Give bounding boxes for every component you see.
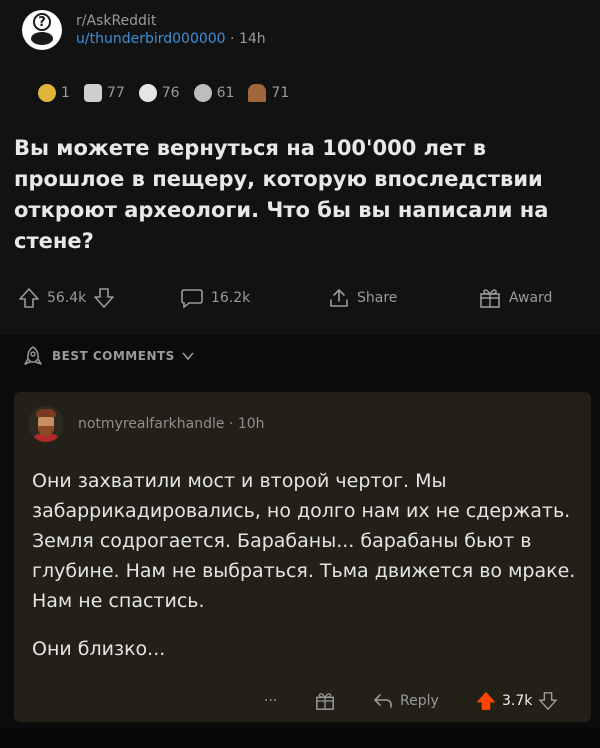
question-mark-icon: ? (33, 13, 51, 31)
snoo-icon (31, 32, 53, 45)
share-icon (330, 289, 348, 307)
award-poop[interactable]: 71 (248, 84, 289, 102)
award-gold[interactable]: 1 (38, 84, 70, 102)
share-label: Share (357, 290, 398, 306)
post-author-prefix[interactable]: u/ (76, 31, 90, 47)
comment-author[interactable]: notmyrealfarkhandle (78, 416, 224, 432)
award-silver[interactable]: 61 (193, 84, 235, 102)
comment-paragraph: Они захватили мост и второй чертог. Мы з… (32, 470, 576, 612)
post-actions: 56.4k 16.2k Share Award (0, 282, 600, 314)
award-hug[interactable]: 77 (83, 84, 125, 102)
post-author[interactable]: thunderbird000000 (90, 31, 226, 47)
award-count: 71 (271, 85, 290, 101)
meta-separator: · (230, 31, 235, 47)
award-count: 77 (106, 85, 125, 101)
awards-row[interactable]: 1 77 76 61 71 (38, 84, 303, 102)
award-label: Award (509, 290, 553, 306)
upvote-active-icon[interactable] (476, 691, 496, 711)
comment-paragraph: Они близко... (32, 638, 166, 660)
post-author-line: u/thunderbird000000 · 14h (76, 30, 266, 48)
comments-button[interactable]: 16.2k (180, 282, 257, 314)
comment-body[interactable]: Они захватили мост и второй чертог. Мы з… (32, 466, 580, 682)
comment-card: notmyrealfarkhandle · 10h Они захватили … (14, 392, 591, 722)
post-age: 14h (238, 31, 266, 47)
award-count: 76 (161, 85, 180, 101)
award-count: 1 (61, 85, 70, 101)
commenter-avatar[interactable] (28, 406, 64, 442)
meta-separator: · (228, 416, 234, 432)
silver-award-icon (193, 84, 212, 102)
comment-bubble-icon (181, 289, 203, 309)
reply-label: Reply (400, 693, 439, 709)
wholesome-award-icon (138, 84, 157, 102)
award-count: 61 (216, 85, 235, 101)
gift-icon (480, 289, 500, 308)
subreddit-name[interactable]: r/AskReddit (76, 12, 266, 30)
upvote-icon[interactable] (18, 287, 40, 309)
rocket-icon (24, 346, 42, 365)
chevron-down-icon (182, 352, 194, 361)
downvote-icon[interactable] (538, 691, 558, 711)
subreddit-avatar-icon[interactable]: ? (22, 10, 62, 50)
comment-meta: notmyrealfarkhandle · 10h (78, 416, 265, 432)
comment-count: 16.2k (211, 290, 251, 306)
share-button[interactable]: Share (328, 282, 404, 314)
poop-award-icon (248, 84, 267, 102)
comment-header: notmyrealfarkhandle · 10h (28, 406, 265, 442)
gift-icon (316, 693, 334, 710)
more-icon: ··· (264, 693, 278, 709)
reply-arrow-icon (374, 694, 392, 708)
comment-age: 10h (237, 416, 265, 432)
reply-button[interactable]: Reply (372, 688, 445, 714)
gold-award-icon (38, 84, 56, 102)
avatar-hair (36, 409, 56, 417)
comment-actions: ··· Reply 3.7k (14, 688, 591, 714)
sort-label: BEST COMMENTS (52, 349, 175, 363)
post-card: ? r/AskReddit u/thunderbird000000 · 14h … (0, 0, 600, 335)
bottom-edge (0, 728, 600, 748)
post-meta: r/AskReddit u/thunderbird000000 · 14h (76, 12, 266, 48)
post-header: ? r/AskReddit u/thunderbird000000 · 14h (22, 10, 266, 50)
award-button[interactable]: Award (478, 282, 559, 314)
post-title[interactable]: Вы можете вернуться на 100'000 лет в про… (14, 133, 589, 257)
award-wholesome[interactable]: 76 (138, 84, 180, 102)
comment-award-button[interactable] (314, 688, 336, 714)
comment-vote-group: 3.7k (476, 688, 558, 714)
sort-dropdown[interactable]: BEST COMMENTS (22, 345, 195, 367)
downvote-icon[interactable] (93, 287, 115, 309)
more-options-button[interactable]: ··· (258, 688, 283, 714)
hug-award-icon (83, 84, 102, 102)
vote-group: 56.4k (18, 282, 115, 314)
comment-score: 3.7k (502, 693, 533, 709)
post-score: 56.4k (47, 290, 87, 306)
